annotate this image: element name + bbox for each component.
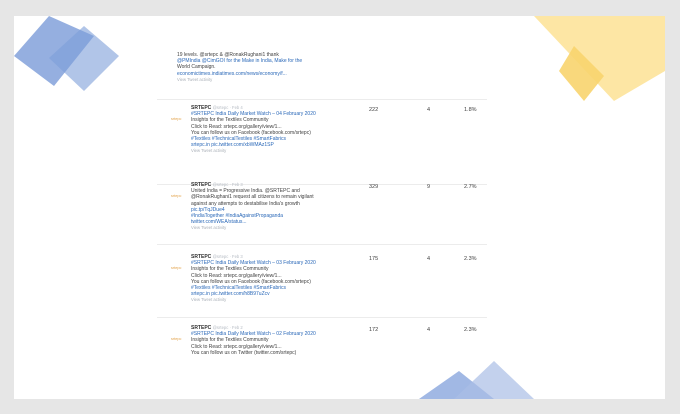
- tweet-list: 19 levels. @srtepc & @RonakRughani1 than…: [14, 16, 665, 399]
- view-activity-link[interactable]: View Tweet activity: [191, 297, 361, 303]
- view-activity-link[interactable]: View Tweet activity: [177, 77, 347, 83]
- view-activity-link[interactable]: View Tweet activity: [191, 225, 361, 231]
- row-divider: [157, 317, 487, 318]
- tweet-body: SRTEPC @srtepc · Feb 2 #SRTEPC India Dai…: [191, 325, 361, 356]
- tweet-body: SRTEPC @srtepc · Feb 3 United India = Pr…: [191, 182, 361, 232]
- impressions-value: 175: [369, 256, 379, 262]
- author-handle: @srtepc · Feb 2: [212, 325, 243, 330]
- author-name[interactable]: SRTEPC: [191, 105, 211, 111]
- tweet-row[interactable]: srtepc SRTEPC @srtepc · Feb 3 United Ind…: [157, 182, 487, 257]
- engagement-rate-value: 1.8%: [464, 107, 477, 113]
- tweet-line: You can follow us on Twitter (twitter.co…: [191, 349, 297, 356]
- view-activity-link[interactable]: View Tweet activity: [191, 148, 361, 154]
- engagement-rate-value: 2.3%: [464, 327, 477, 333]
- avatar: srtepc: [171, 266, 182, 270]
- avatar: srtepc: [171, 194, 182, 198]
- tweet-row[interactable]: srtepc SRTEPC @srtepc · Feb 2 #SRTEPC In…: [157, 325, 487, 385]
- row-divider: [157, 99, 487, 100]
- screenshot-frame: 19 levels. @srtepc & @RonakRughani1 than…: [14, 16, 665, 399]
- author-handle: @srtepc · Feb 3: [212, 254, 243, 259]
- engagement-rate-value: 2.7%: [464, 184, 477, 190]
- tweet-body: SRTEPC @srtepc · Feb 3 #SRTEPC India Dai…: [191, 254, 361, 304]
- engagement-rate-value: 2.3%: [464, 256, 477, 262]
- tweet-partial-top: 19 levels. @srtepc & @RonakRughani1 than…: [177, 52, 347, 83]
- author-name[interactable]: SRTEPC: [191, 325, 211, 331]
- impressions-value: 172: [369, 327, 379, 333]
- impressions-value: 329: [369, 184, 379, 190]
- author-name[interactable]: SRTEPC: [191, 254, 211, 260]
- avatar: srtepc: [171, 117, 182, 121]
- tweet-row[interactable]: srtepc SRTEPC @srtepc · Feb 4 #SRTEPC In…: [157, 105, 487, 180]
- impressions-value: 222: [369, 107, 379, 113]
- author-name[interactable]: SRTEPC: [191, 182, 211, 188]
- engagements-value: 4: [427, 107, 431, 113]
- engagements-value: 9: [427, 184, 431, 190]
- author-handle: @srtepc · Feb 3: [212, 182, 243, 187]
- engagements-value: 4: [427, 327, 431, 333]
- avatar: srtepc: [171, 337, 182, 341]
- engagements-value: 4: [427, 256, 431, 262]
- author-handle: @srtepc · Feb 4: [212, 105, 243, 110]
- tweet-body: SRTEPC @srtepc · Feb 4 #SRTEPC India Dai…: [191, 105, 361, 155]
- row-divider: [157, 244, 487, 245]
